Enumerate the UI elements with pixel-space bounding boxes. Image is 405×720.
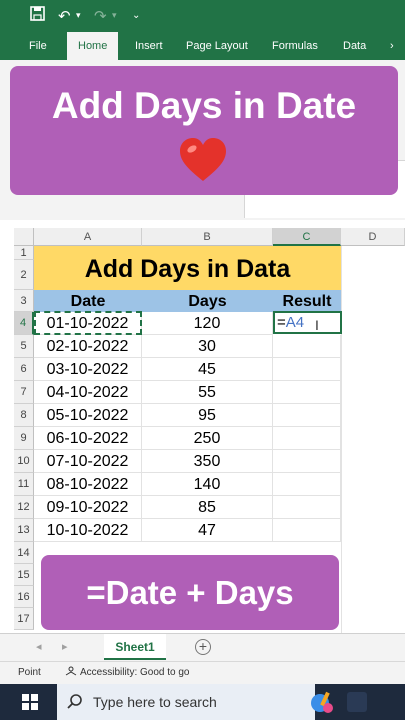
tab-file[interactable]: File <box>29 32 47 60</box>
sheet-tab-sheet1[interactable]: Sheet1 <box>104 634 166 660</box>
row-header[interactable]: 17 <box>14 608 34 630</box>
date-cell[interactable]: 05-10-2022 <box>34 404 142 427</box>
result-cell[interactable] <box>273 358 341 381</box>
search-placeholder: Type here to search <box>93 694 217 710</box>
row-header[interactable]: 15 <box>14 564 34 586</box>
result-cell[interactable] <box>273 335 341 358</box>
row-header[interactable]: 10 <box>14 450 34 473</box>
days-cell[interactable]: 140 <box>142 473 273 496</box>
row-header[interactable]: 11 <box>14 473 34 496</box>
row-header[interactable]: 9 <box>14 427 34 450</box>
formula-reference: A4 <box>285 314 305 331</box>
result-cell[interactable] <box>273 496 341 519</box>
row-header[interactable]: 6 <box>14 358 34 381</box>
date-cell[interactable]: 03-10-2022 <box>34 358 142 381</box>
accessibility-status[interactable]: Accessibility: Good to go <box>80 662 190 684</box>
quick-access-toolbar: ↶ ▾ ↷ ▾ ⌄ <box>0 0 405 32</box>
taskbar-search-box[interactable]: Type here to search <box>57 684 315 720</box>
header-result[interactable]: Result <box>273 290 341 312</box>
result-cell[interactable] <box>273 381 341 404</box>
sheet-title-cell[interactable]: Add Days in Data <box>34 246 341 290</box>
days-cell[interactable]: 47 <box>142 519 273 542</box>
tab-data[interactable]: Data <box>343 32 366 60</box>
result-cell[interactable] <box>273 404 341 427</box>
search-icon <box>67 694 83 713</box>
windows-taskbar: Type here to search <box>0 684 405 720</box>
formula-banner: =Date + Days <box>41 555 339 630</box>
date-cell[interactable]: 09-10-2022 <box>34 496 142 519</box>
customize-qat-icon[interactable]: ⌄ <box>132 6 140 26</box>
row-header[interactable]: 4 <box>14 312 34 335</box>
redo-icon[interactable]: ↷ <box>94 6 107 26</box>
windows-start-icon[interactable] <box>22 694 38 715</box>
tab-page-layout[interactable]: Page Layout <box>186 32 248 60</box>
text-cursor-icon: I <box>315 317 319 333</box>
reference-marquee-a4 <box>34 311 142 335</box>
next-sheet-icon[interactable]: ▸ <box>62 640 68 653</box>
save-icon[interactable] <box>30 6 45 26</box>
row-header[interactable]: 1 <box>14 246 34 260</box>
sheet-tab-bar: ◂ ▸ Sheet1 + <box>0 633 405 661</box>
status-mode: Point <box>18 667 41 678</box>
accessibility-icon[interactable] <box>64 662 78 684</box>
taskbar-app-icon[interactable] <box>345 690 369 719</box>
column-header-a[interactable]: A <box>34 228 142 246</box>
header-days[interactable]: Days <box>142 290 273 312</box>
redo-dropdown-icon[interactable]: ▾ <box>112 6 117 26</box>
undo-icon[interactable]: ↶ <box>58 6 71 26</box>
select-all-corner[interactable] <box>14 228 34 246</box>
days-cell[interactable]: 85 <box>142 496 273 519</box>
active-cell-c4[interactable]: =A4 I <box>273 311 342 334</box>
tab-overflow[interactable]: › <box>390 32 394 60</box>
date-cell[interactable]: 04-10-2022 <box>34 381 142 404</box>
column-d-cells[interactable] <box>341 246 405 633</box>
search-highlights-icon[interactable] <box>308 688 336 720</box>
date-cell[interactable]: 02-10-2022 <box>34 335 142 358</box>
banner-formula-text: =Date + Days <box>86 574 294 611</box>
days-cell[interactable]: 55 <box>142 381 273 404</box>
days-cell[interactable]: 30 <box>142 335 273 358</box>
result-cell[interactable] <box>273 519 341 542</box>
days-cell[interactable]: 120 <box>142 312 273 335</box>
column-header-d[interactable]: D <box>341 228 405 246</box>
add-sheet-icon[interactable]: + <box>195 639 211 655</box>
date-cell[interactable]: 10-10-2022 <box>34 519 142 542</box>
header-date[interactable]: Date <box>34 290 142 312</box>
row-header[interactable]: 12 <box>14 496 34 519</box>
column-header-c[interactable]: C <box>273 228 341 246</box>
row-header[interactable]: 7 <box>14 381 34 404</box>
column-header-b[interactable]: B <box>142 228 273 246</box>
row-header[interactable]: 13 <box>14 519 34 542</box>
days-cell[interactable]: 250 <box>142 427 273 450</box>
row-header[interactable]: 16 <box>14 586 34 608</box>
row-header[interactable]: 8 <box>14 404 34 427</box>
status-bar: Point Accessibility: Good to go <box>0 661 405 684</box>
row-header[interactable]: 5 <box>14 335 34 358</box>
row-header[interactable]: 3 <box>14 290 34 312</box>
result-cell[interactable] <box>273 427 341 450</box>
heart-icon <box>178 136 228 184</box>
date-cell[interactable]: 06-10-2022 <box>34 427 142 450</box>
tab-insert[interactable]: Insert <box>135 32 163 60</box>
prev-sheet-icon[interactable]: ◂ <box>36 640 42 653</box>
days-cell[interactable]: 95 <box>142 404 273 427</box>
formula-prefix: = <box>277 314 286 331</box>
ribbon-tabs: File Home Insert Page Layout Formulas Da… <box>0 32 405 60</box>
row-header[interactable]: 14 <box>14 542 34 564</box>
days-cell[interactable]: 350 <box>142 450 273 473</box>
undo-dropdown-icon[interactable]: ▾ <box>76 6 81 26</box>
tab-home[interactable]: Home <box>67 32 119 60</box>
days-cell[interactable]: 45 <box>142 358 273 381</box>
date-cell[interactable]: 08-10-2022 <box>34 473 142 496</box>
row-header[interactable]: 2 <box>14 260 34 290</box>
header-row: Date Days Result <box>34 290 341 312</box>
banner-title: Add Days in Date <box>51 85 357 126</box>
result-cell[interactable] <box>273 473 341 496</box>
tab-formulas[interactable]: Formulas <box>272 32 318 60</box>
date-cell[interactable]: 07-10-2022 <box>34 450 142 473</box>
result-cell[interactable] <box>273 450 341 473</box>
